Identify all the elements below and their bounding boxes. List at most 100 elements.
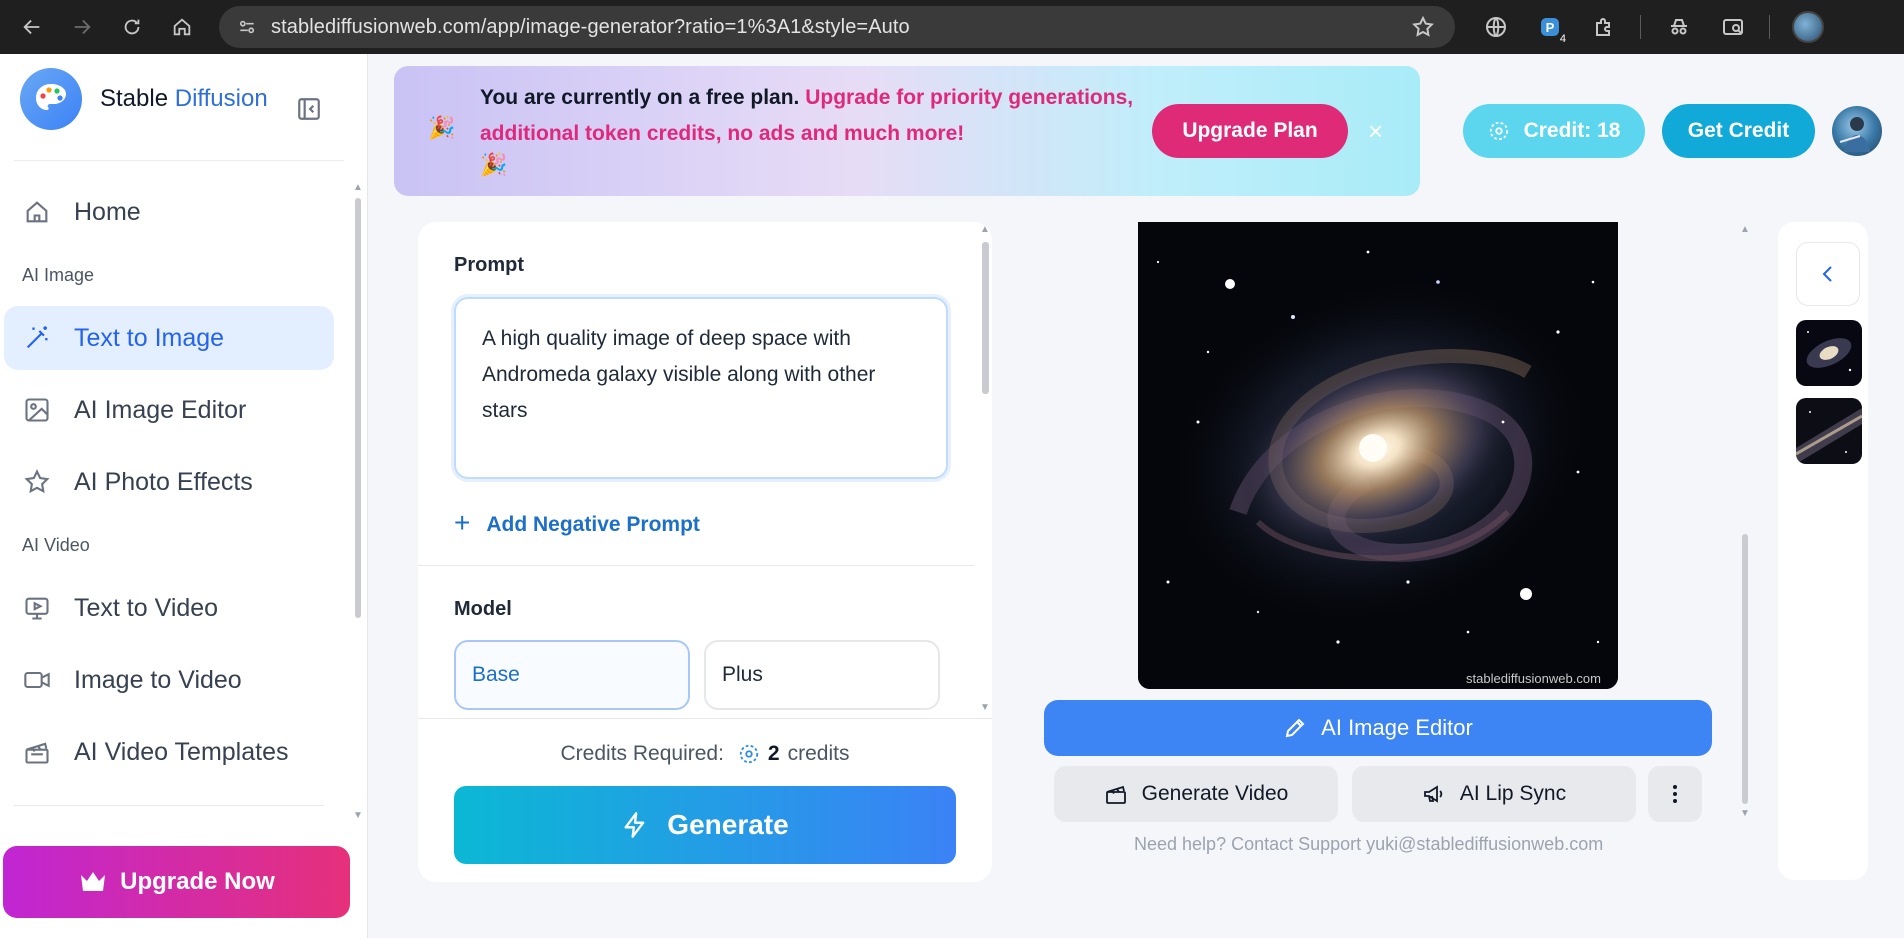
plus-icon: + bbox=[454, 507, 471, 538]
ai-lip-sync-button[interactable]: AI Lip Sync bbox=[1352, 766, 1636, 822]
credit-coin-icon bbox=[1489, 121, 1508, 141]
promo-message: You are currently on a free plan. Upgrad… bbox=[480, 86, 1134, 145]
pencil-icon bbox=[1285, 718, 1305, 738]
puzzle-extensions-icon[interactable] bbox=[1586, 9, 1622, 45]
sidebar-scroll-up[interactable]: ▲ bbox=[353, 182, 363, 193]
section-ai-image: AI Image bbox=[22, 265, 95, 285]
prompt-panel: Prompt A high quality image of deep spac… bbox=[418, 222, 992, 882]
star-icon bbox=[22, 467, 52, 497]
back-button[interactable] bbox=[14, 9, 50, 45]
lightning-icon bbox=[624, 812, 645, 838]
palette-logo-icon bbox=[20, 68, 82, 130]
sidebar-item-ai-image-editor[interactable]: AI Image Editor bbox=[4, 378, 334, 442]
toolbar-separator bbox=[1769, 15, 1770, 39]
home-button[interactable] bbox=[164, 9, 200, 45]
close-banner-icon[interactable]: × bbox=[1368, 116, 1383, 147]
brand-name: Stable Diffusion bbox=[100, 85, 268, 112]
collapse-sidebar-icon[interactable] bbox=[296, 96, 322, 122]
bookmark-star-icon[interactable] bbox=[1411, 15, 1435, 44]
sidebar-item-label: AI Video Templates bbox=[74, 737, 289, 766]
main-scrollbar[interactable] bbox=[1742, 534, 1748, 804]
reload-button[interactable] bbox=[114, 9, 150, 45]
sidebar-item-ai-video-templates[interactable]: AI Video Templates bbox=[4, 720, 334, 784]
main-scroll-down[interactable]: ▼ bbox=[1740, 808, 1750, 819]
incognito-icon[interactable] bbox=[1661, 9, 1697, 45]
party-popper-icon: 🎉 bbox=[480, 152, 508, 177]
sidebar-item-label: Home bbox=[74, 197, 141, 226]
sidebar-item-label: AI Image Editor bbox=[74, 395, 247, 424]
back-arrow-icon bbox=[23, 19, 40, 35]
credit-coin-icon bbox=[739, 744, 759, 764]
panel-scrollbar[interactable] bbox=[982, 242, 989, 394]
crown-icon bbox=[81, 872, 106, 891]
user-avatar[interactable] bbox=[1832, 106, 1882, 156]
history-thumbnail[interactable] bbox=[1796, 398, 1862, 464]
extension-badge: 4 bbox=[1557, 33, 1568, 45]
support-help-text: Need help? Contact Support yuki@stabledi… bbox=[1134, 834, 1604, 854]
globe-extension-icon[interactable] bbox=[1478, 9, 1514, 45]
prompt-input[interactable]: A high quality image of deep space with … bbox=[454, 297, 948, 479]
sidebar-item-text-to-image[interactable]: Text to Image bbox=[4, 306, 334, 370]
sidebar-item-label: Text to Video bbox=[74, 593, 219, 622]
home-icon bbox=[22, 197, 52, 227]
model-option-base[interactable]: Base bbox=[454, 640, 690, 710]
more-vertical-icon bbox=[1673, 785, 1677, 803]
model-option-plus[interactable]: Plus bbox=[704, 640, 940, 710]
forward-button[interactable] bbox=[64, 9, 100, 45]
watermark: stablediffusionweb.com bbox=[1466, 671, 1601, 686]
sidebar-item-label: AI Photo Effects bbox=[74, 467, 253, 496]
sidebar-item-home[interactable]: Home bbox=[4, 180, 334, 244]
camera-icon bbox=[22, 665, 52, 695]
megaphone-icon bbox=[1423, 785, 1443, 803]
forward-arrow-icon bbox=[74, 19, 91, 35]
tab-search-icon[interactable] bbox=[1715, 9, 1751, 45]
image-icon bbox=[22, 395, 52, 425]
panel-scroll-down[interactable]: ▼ bbox=[980, 702, 990, 713]
sidebar-item-image-to-video[interactable]: Image to Video bbox=[4, 648, 334, 712]
site-info-icon[interactable] bbox=[233, 13, 261, 41]
clapper-icon bbox=[1105, 785, 1126, 804]
sidebar: Stable Diffusion Home AI Image Text to I… bbox=[0, 54, 368, 938]
svg-text:P: P bbox=[1546, 20, 1555, 35]
model-label: Model bbox=[454, 598, 512, 620]
address-bar[interactable]: stablediffusionweb.com/app/image-generat… bbox=[219, 6, 1455, 48]
p-extension-icon[interactable]: P 4 bbox=[1532, 9, 1568, 45]
promo-banner: 🎉 You are currently on a free plan. Upgr… bbox=[394, 66, 1420, 196]
reload-icon bbox=[124, 19, 140, 35]
profile-avatar[interactable] bbox=[1790, 9, 1826, 45]
sidebar-item-text-to-video[interactable]: Text to Video bbox=[4, 576, 334, 640]
generated-image[interactable] bbox=[1138, 222, 1618, 689]
credits-required: Credits Required: 2 credits bbox=[560, 742, 850, 765]
history-rail bbox=[1778, 222, 1868, 880]
browser-toolbar: stablediffusionweb.com/app/image-generat… bbox=[0, 0, 1904, 54]
more-options-button[interactable] bbox=[1648, 766, 1702, 822]
brand-divider bbox=[14, 160, 344, 161]
ai-image-editor-button[interactable]: AI Image Editor bbox=[1044, 700, 1712, 756]
sidebar-item-label: Text to Image bbox=[74, 323, 225, 352]
section-ai-video: AI Video bbox=[22, 535, 90, 555]
sidebar-item-label: Image to Video bbox=[74, 665, 242, 694]
collapse-history-button[interactable] bbox=[1796, 242, 1860, 306]
panel-divider bbox=[418, 565, 974, 566]
panel-scroll-up[interactable]: ▲ bbox=[980, 224, 990, 235]
sidebar-scrollbar[interactable] bbox=[355, 198, 361, 618]
upgrade-now-button[interactable]: Upgrade Now bbox=[3, 846, 350, 918]
history-thumbnail[interactable] bbox=[1796, 320, 1862, 386]
add-negative-prompt-button[interactable]: + Add Negative Prompt bbox=[454, 507, 700, 539]
sidebar-bottom-divider bbox=[14, 805, 324, 806]
generate-button[interactable]: Generate bbox=[454, 786, 956, 864]
brand[interactable]: Stable Diffusion bbox=[20, 68, 268, 130]
sidebar-scroll-down[interactable]: ▼ bbox=[353, 810, 363, 821]
generate-video-button[interactable]: Generate Video bbox=[1054, 766, 1338, 822]
main-scroll-up[interactable]: ▲ bbox=[1740, 224, 1750, 235]
magic-wand-icon bbox=[22, 323, 52, 353]
upgrade-plan-button[interactable]: Upgrade Plan bbox=[1152, 104, 1348, 158]
chevron-left-icon bbox=[1822, 266, 1832, 282]
get-credit-button[interactable]: Get Credit bbox=[1662, 104, 1815, 158]
home-icon bbox=[173, 18, 191, 36]
url-text[interactable]: stablediffusionweb.com/app/image-generat… bbox=[271, 16, 910, 39]
extensions-area: P 4 bbox=[1478, 9, 1844, 45]
sidebar-item-ai-photo-effects[interactable]: AI Photo Effects bbox=[4, 450, 334, 514]
prompt-label: Prompt bbox=[454, 254, 524, 276]
credit-balance[interactable]: Credit: 18 bbox=[1463, 104, 1645, 158]
